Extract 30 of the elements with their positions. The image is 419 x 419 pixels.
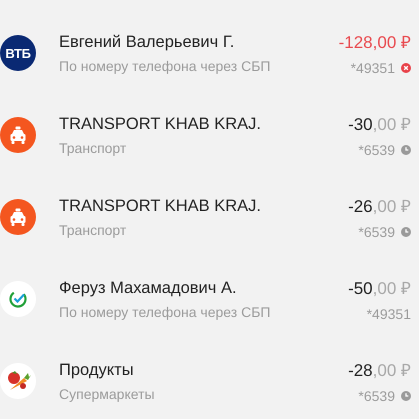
category-label: По номеру телефона через СБП xyxy=(59,58,272,74)
transaction-row[interactable]: Продукты Супермаркеты -28,00 ₽ *6539 xyxy=(0,340,419,419)
payee-name: TRANSPORT KHAB KRAJ. xyxy=(59,114,262,134)
payee-name: TRANSPORT KHAB KRAJ. xyxy=(59,196,262,216)
transaction-row[interactable]: TRANSPORT KHAB KRAJ. Транспорт -26,00 ₽ *6539 xyxy=(0,176,419,258)
bank-logo: ВТБ xyxy=(0,35,36,71)
card-number: *6539 xyxy=(358,142,395,158)
amount: -28,00 ₽ xyxy=(348,360,411,381)
amount: -128,00 ₽ xyxy=(338,32,411,53)
taxi-icon xyxy=(0,199,36,235)
payee-name: Продукты xyxy=(59,360,135,380)
transaction-row[interactable]: ВТБ Евгений Валерьевич Г. По номеру телефона через СБП -128,00 ₽ *49351 xyxy=(0,12,419,94)
card-number: *49351 xyxy=(366,306,411,322)
category-label: По номеру телефона через СБП xyxy=(59,304,272,320)
amount: -50,00 ₽ xyxy=(348,278,411,299)
amount: -26,00 ₽ xyxy=(348,196,411,217)
taxi-icon xyxy=(0,117,36,153)
transaction-row[interactable]: TRANSPORT KHAB KRAJ. Транспорт -30,00 ₽ *6539 xyxy=(0,94,419,176)
category-label: Супермаркеты xyxy=(59,386,156,402)
check-logo-icon xyxy=(0,281,36,317)
category-label: Транспорт xyxy=(59,140,128,156)
card-number: *6539 xyxy=(358,388,395,404)
transaction-row[interactable]: Феруз Махамадович А. По номеру телефона через СБП -50,00 ₽ *49351 xyxy=(0,258,419,340)
category-label: Транспорт xyxy=(59,222,128,238)
card-number: *6539 xyxy=(358,224,395,240)
amount: -30,00 ₽ xyxy=(348,114,411,135)
vegetables-icon xyxy=(0,363,36,399)
payee-name: Феруз Махамадович А. xyxy=(59,278,238,298)
payee-name: Евгений Валерьевич Г. xyxy=(59,32,236,52)
card-number: *49351 xyxy=(350,60,395,76)
